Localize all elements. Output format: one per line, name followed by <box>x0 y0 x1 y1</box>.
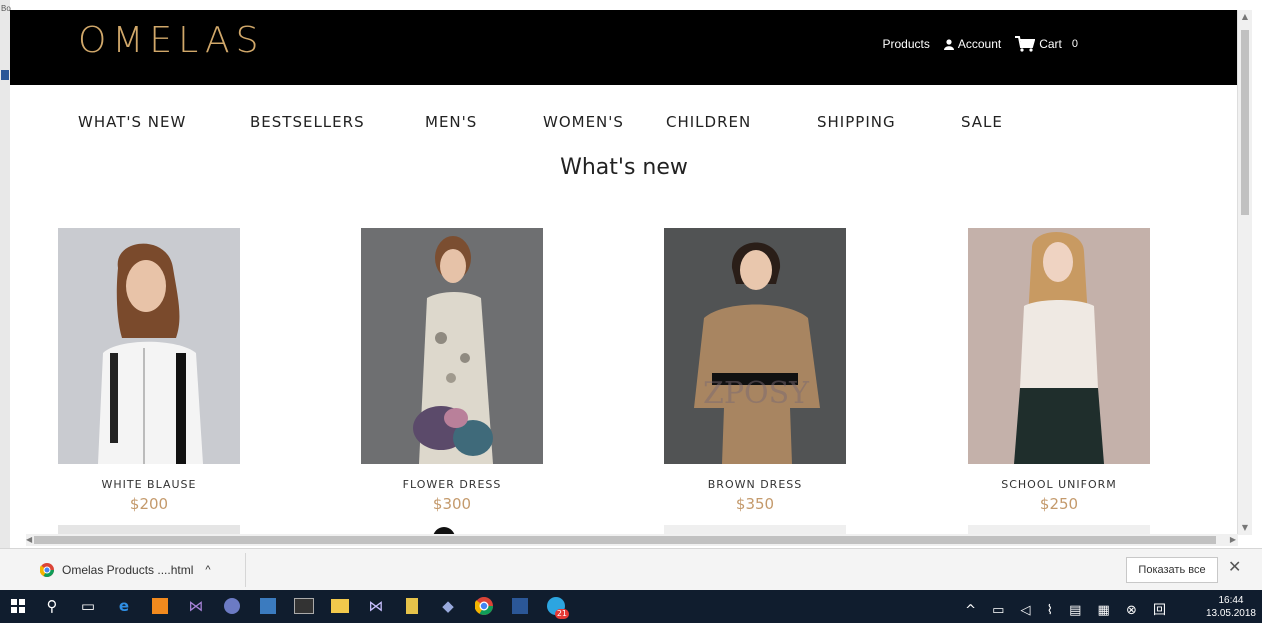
app-icon[interactable]: ⋈ <box>364 595 388 617</box>
sublime-icon[interactable] <box>148 595 172 617</box>
nav-children[interactable]: CHILDREN <box>666 113 751 131</box>
task-view-icon[interactable]: ▭ <box>76 595 100 617</box>
chrome-icon[interactable] <box>472 595 496 617</box>
system-tray[interactable]: ^ ▭ ◁ ⌇ ▤ ▦ ⊗ 回 <box>965 599 1172 618</box>
site-header: OMELAS Products Account Cart 0 <box>10 10 1238 85</box>
product-name[interactable]: FLOWER DRESS <box>361 478 543 491</box>
cart-count: 0 <box>1071 38 1078 50</box>
cart-icon <box>1015 36 1036 52</box>
product-name[interactable]: BROWN DRESS <box>664 478 846 491</box>
scroll-left-icon[interactable]: ◀ <box>26 534 32 546</box>
page-viewport: OMELAS Products Account Cart 0 WHAT'S NE… <box>10 10 1238 535</box>
notification-badge: 21 <box>554 609 569 619</box>
chevron-up-icon[interactable]: ^ <box>205 564 210 576</box>
main-nav: WHAT'S NEW BESTSELLERS MEN'S WOMEN'S CHI… <box>10 105 1238 141</box>
section-title: What's new <box>560 155 688 180</box>
clock[interactable]: 16:44 13.05.2018 <box>1206 594 1256 620</box>
telegram-icon[interactable]: 21 <box>544 595 569 619</box>
horizontal-scrollbar[interactable]: ◀ ▶ <box>26 534 1238 546</box>
vertical-scroll-thumb[interactable] <box>1241 30 1249 215</box>
scroll-up-icon[interactable]: ▲ <box>1238 10 1252 24</box>
download-file-name: Omelas Products ....html <box>62 563 194 577</box>
brown-dress-photo: ZPOSY <box>664 228 846 464</box>
file-explorer-icon[interactable] <box>328 595 352 617</box>
horizontal-scroll-thumb[interactable] <box>34 536 1216 544</box>
show-all-button[interactable]: Показать все <box>1126 557 1218 583</box>
nav-whats-new[interactable]: WHAT'S NEW <box>78 113 186 131</box>
word-taskbar-icon[interactable] <box>508 595 532 617</box>
products-link-label: Products <box>882 37 930 51</box>
scroll-down-icon[interactable]: ▼ <box>1238 521 1252 535</box>
product-price: $350 <box>735 495 775 513</box>
download-bar: Omelas Products ....html ^ Показать все … <box>0 548 1262 591</box>
windows-start-icon[interactable] <box>6 595 30 617</box>
scroll-right-icon[interactable]: ▶ <box>1230 534 1236 546</box>
product-name[interactable]: SCHOOL UNIFORM <box>968 478 1150 491</box>
product-card[interactable]: SCHOOL UNIFORM $250 <box>968 228 1150 535</box>
user-icon <box>943 38 954 50</box>
white-blouse-photo <box>58 228 240 464</box>
clock-date: 13.05.2018 <box>1205 608 1256 619</box>
download-item[interactable]: Omelas Products ....html ^ <box>30 553 246 587</box>
product-image[interactable]: ZPOSY <box>664 228 846 464</box>
top-links: Products Account Cart 0 <box>882 36 1078 52</box>
visual-studio-icon[interactable]: ⋈ <box>184 595 208 617</box>
close-icon[interactable]: ✕ <box>1228 557 1241 576</box>
products-link[interactable]: Products <box>882 37 929 51</box>
git-icon[interactable]: ◆ <box>436 595 460 617</box>
python-icon[interactable] <box>256 595 280 617</box>
eclipse-icon[interactable] <box>220 595 244 617</box>
account-link-label: Account <box>957 37 1002 51</box>
product-price: $250 <box>1039 495 1079 513</box>
taskbar: ⚲ ▭ e ⋈ ⋈ ◆ 21 ^ ▭ ◁ ⌇ ▤ ▦ ⊗ 回 16:44 13.… <box>0 590 1262 623</box>
product-image[interactable] <box>968 228 1150 464</box>
product-price: $200 <box>129 495 169 513</box>
word-icon <box>1 70 9 80</box>
vertical-scrollbar[interactable]: ▲ ▼ <box>1237 10 1252 535</box>
nav-shipping[interactable]: SHIPPING <box>817 113 896 131</box>
chrome-file-icon <box>40 563 54 577</box>
site-logo[interactable]: OMELAS <box>78 20 265 61</box>
edge-icon[interactable]: e <box>112 595 136 617</box>
svg-text:ZPOSY: ZPOSY <box>703 376 810 411</box>
account-link[interactable]: Account <box>943 37 1002 51</box>
search-icon[interactable]: ⚲ <box>40 595 64 617</box>
product-card[interactable]: WHITE BLAUSE $200 <box>58 228 240 535</box>
school-uniform-photo <box>968 228 1150 464</box>
clock-time: 16:44 <box>1218 595 1244 606</box>
nav-mens[interactable]: MEN'S <box>425 113 477 131</box>
flower-dress-photo <box>361 228 543 464</box>
product-card[interactable]: ZPOSY BROWN DRESS $350 <box>664 228 846 535</box>
product-image[interactable] <box>58 228 240 464</box>
cart-link-label: Cart <box>1039 37 1062 51</box>
cart-link[interactable]: Cart 0 <box>1015 36 1078 52</box>
product-name[interactable]: WHITE BLAUSE <box>58 478 240 491</box>
archive-icon[interactable] <box>400 595 424 617</box>
nav-bestsellers[interactable]: BESTSELLERS <box>250 113 365 131</box>
left-window-edge: Bo Ct <box>0 0 11 590</box>
nav-womens[interactable]: WOMEN'S <box>543 113 624 131</box>
nav-sale[interactable]: SALE <box>961 113 1003 131</box>
product-image[interactable] <box>361 228 543 464</box>
product-card[interactable]: FLOWER DRESS $300 <box>361 228 543 535</box>
terminal-icon[interactable] <box>292 595 316 617</box>
product-price: $300 <box>432 495 472 513</box>
